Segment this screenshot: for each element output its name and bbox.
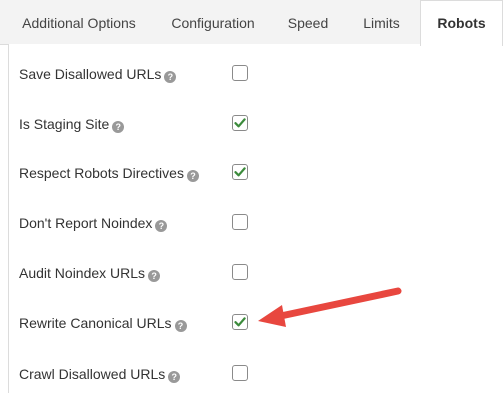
arrow-head (258, 305, 286, 327)
red-arrow-icon (258, 287, 402, 327)
tab-robots[interactable]: Robots (420, 0, 503, 46)
arrow-shaft (272, 287, 402, 321)
